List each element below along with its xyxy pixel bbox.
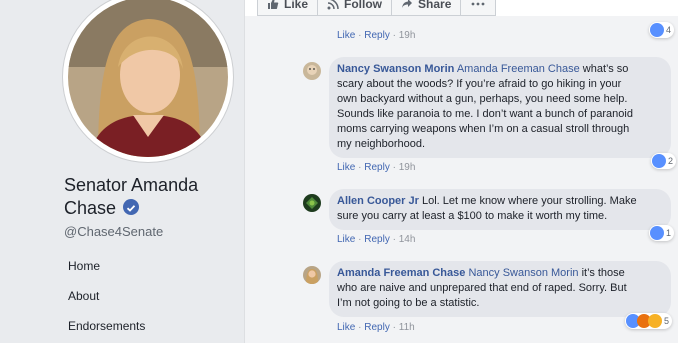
comment-text-line: who are naive and unprepared that end of… — [337, 282, 627, 294]
comment-text: Lol. Let me know where your strolling. M… — [418, 195, 637, 207]
comment-bubble: Amanda Freeman Chase Nancy Swanson Morin… — [329, 261, 671, 317]
reaction-summary[interactable]: 4 — [649, 22, 675, 38]
comment-meta: Like · Reply · 14h — [337, 234, 416, 245]
comment-meta: Like · Reply · 19h — [337, 162, 416, 173]
comment-timestamp[interactable]: 11h — [399, 322, 415, 333]
follow-label: Follow — [344, 0, 383, 11]
comment-timestamp[interactable]: 19h — [399, 162, 416, 173]
post-feed: Like Follow Share Like · Reply · 19h 4 N… — [244, 0, 678, 343]
reaction-summary[interactable]: 5 — [625, 313, 673, 329]
profile-photo — [68, 0, 228, 157]
comment-text-line: sure you carry at least a $100 to make i… — [337, 210, 608, 222]
reaction-count: 5 — [664, 316, 670, 326]
comment-text-line: moms carrying weapons when I’m on a casu… — [337, 123, 630, 135]
reaction-count: 2 — [668, 156, 674, 166]
share-button[interactable]: Share — [392, 0, 462, 16]
share-label: Share — [418, 0, 452, 11]
comment-reply-link[interactable]: Reply — [364, 234, 390, 245]
comment-text-line: scary about the woods? If you’re afraid … — [337, 78, 622, 90]
like-reaction-icon — [652, 154, 666, 168]
share-arrow-icon — [402, 0, 413, 8]
comment-like-link[interactable]: Like — [337, 162, 355, 173]
comment-author[interactable]: Nancy Swanson Morin — [337, 63, 454, 75]
post-action-bar: Like Follow Share — [257, 0, 497, 16]
avatar[interactable] — [303, 62, 321, 80]
comment-meta: Like · Reply · 11h — [337, 322, 415, 333]
comments-section: Like · Reply · 19h 4 Nancy Swanson Morin… — [245, 16, 678, 343]
nav-item-endorsements[interactable]: Endorsements — [68, 316, 145, 343]
comment-reply-link[interactable]: Reply — [364, 162, 390, 173]
page-name-line1: Senator Amanda — [64, 175, 199, 195]
profile-picture[interactable] — [63, 0, 233, 162]
comment-author[interactable]: Allen Cooper Jr — [337, 195, 419, 207]
more-options-button[interactable] — [461, 0, 497, 16]
comment-like-link[interactable]: Like — [337, 30, 355, 41]
verified-badge-icon — [123, 199, 140, 215]
comment-text: it’s those — [578, 267, 625, 279]
haha-reaction-icon — [648, 314, 662, 328]
page-nav: Home About Endorsements — [68, 256, 145, 343]
like-reaction-icon — [650, 226, 664, 240]
rss-icon — [327, 0, 339, 10]
like-reaction-icon — [650, 23, 664, 37]
comment-text-line: my neighborhood. — [337, 138, 426, 150]
page-handle[interactable]: @Chase4Senate — [64, 224, 163, 239]
like-page-label: Like — [284, 0, 309, 11]
comment-bubble: Allen Cooper Jr Lol. Let me know where y… — [329, 189, 671, 230]
avatar[interactable] — [303, 266, 321, 284]
comment-text: what’s so — [579, 63, 629, 75]
thumbs-up-icon — [268, 0, 279, 9]
comment-author[interactable]: Amanda Freeman Chase — [337, 267, 465, 279]
reaction-summary[interactable]: 1 — [649, 225, 675, 241]
reaction-count: 1 — [666, 228, 672, 238]
comment-reply-link[interactable]: Reply — [364, 322, 390, 333]
nav-item-home[interactable]: Home — [68, 256, 145, 286]
comment-text-line: own backyard without a gun, perhaps, you… — [337, 93, 628, 105]
more-dots-icon — [471, 2, 485, 6]
avatar[interactable] — [303, 194, 321, 212]
comment-like-link[interactable]: Like — [337, 234, 355, 245]
comment-text-line: Sounds like paranoia to me. I don’t want… — [337, 108, 633, 120]
comment-like-link[interactable]: Like — [337, 322, 355, 333]
page-name-line2: Chase — [64, 198, 117, 218]
page-sidebar: Senator Amanda Chase @Chase4Senate Home … — [0, 0, 244, 343]
follow-button[interactable]: Follow — [318, 0, 393, 16]
like-page-button[interactable]: Like — [257, 0, 319, 16]
comment-reply-link[interactable]: Reply — [364, 30, 390, 41]
comment-bubble: Nancy Swanson Morin Amanda Freeman Chase… — [329, 57, 671, 158]
comment-text-line: I’m not going to be a statistic. — [337, 297, 480, 309]
reaction-summary[interactable]: 2 — [651, 153, 677, 169]
comment-timestamp[interactable]: 14h — [399, 234, 416, 245]
page-title[interactable]: Senator Amanda Chase — [64, 174, 234, 220]
comment-mention[interactable]: Amanda Freeman Chase — [457, 63, 580, 75]
reaction-count: 4 — [666, 25, 672, 35]
comment-meta: Like · Reply · 19h — [337, 30, 416, 41]
nav-item-about[interactable]: About — [68, 286, 145, 316]
comment-timestamp[interactable]: 19h — [399, 30, 416, 41]
comment-mention[interactable]: Nancy Swanson Morin — [468, 267, 578, 279]
